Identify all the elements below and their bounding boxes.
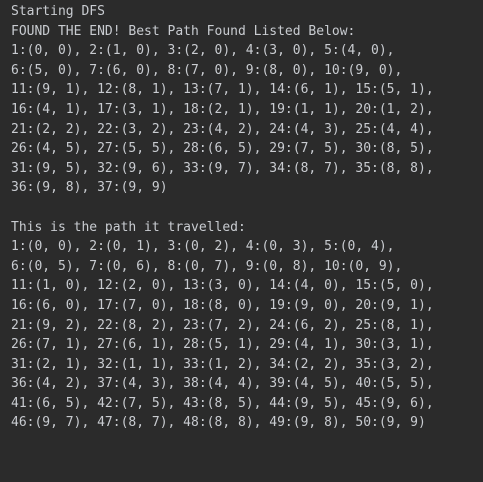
- console-line-travelled-path: 41:(6, 5), 42:(7, 5), 43:(8, 5), 44:(9, …: [11, 395, 434, 411]
- console-line-best-path: 1:(0, 0), 2:(1, 0), 3:(2, 0), 4:(3, 0), …: [11, 43, 395, 59]
- console-line-travelled-path: 6:(0, 5), 7:(0, 6), 8:(0, 7), 9:(0, 8), …: [11, 258, 403, 274]
- console-line-best-path: 31:(9, 5), 32:(9, 6), 33:(9, 7), 34:(8, …: [11, 160, 434, 176]
- console-line-travelled-header: This is the path it travelled:: [11, 219, 246, 235]
- console-line-travelled-path: 46:(9, 7), 47:(8, 7), 48:(8, 8), 49:(9, …: [11, 415, 426, 431]
- console-line-travelled-path: 26:(7, 1), 27:(6, 1), 28:(5, 1), 29:(4, …: [11, 337, 434, 353]
- console-line-travelled-path: 11:(1, 0), 12:(2, 0), 13:(3, 0), 14:(4, …: [11, 278, 434, 294]
- console-line-found-end: FOUND THE END! Best Path Found Listed Be…: [11, 23, 356, 39]
- console-line-best-path: 6:(5, 0), 7:(6, 0), 8:(7, 0), 9:(8, 0), …: [11, 62, 403, 78]
- console-line-travelled-path: 16:(6, 0), 17:(7, 0), 18:(8, 0), 19:(9, …: [11, 297, 434, 313]
- console-line-start: Starting DFS: [11, 4, 105, 19]
- console-line-best-path: 11:(9, 1), 12:(8, 1), 13:(7, 1), 14:(6, …: [11, 82, 434, 98]
- console-line-travelled-path: 21:(9, 2), 22:(8, 2), 23:(7, 2), 24:(6, …: [11, 317, 434, 333]
- console-line-best-path: 36:(9, 8), 37:(9, 9): [11, 180, 168, 196]
- console-line-travelled-path: 36:(4, 2), 37:(4, 3), 38:(4, 4), 39:(4, …: [11, 376, 434, 392]
- console-line-travelled-path: 31:(2, 1), 32:(1, 1), 33:(1, 2), 34:(2, …: [11, 356, 434, 372]
- console-line-best-path: 26:(4, 5), 27:(5, 5), 28:(6, 5), 29:(7, …: [11, 141, 434, 157]
- console-line-best-path: 16:(4, 1), 17:(3, 1), 18:(2, 1), 19:(1, …: [11, 101, 434, 117]
- console-output: Starting DFS FOUND THE END! Best Path Fo…: [0, 0, 483, 482]
- console-line-travelled-path: 1:(0, 0), 2:(0, 1), 3:(0, 2), 4:(0, 3), …: [11, 239, 395, 255]
- console-line-best-path: 21:(2, 2), 22:(3, 2), 23:(4, 2), 24:(4, …: [11, 121, 434, 137]
